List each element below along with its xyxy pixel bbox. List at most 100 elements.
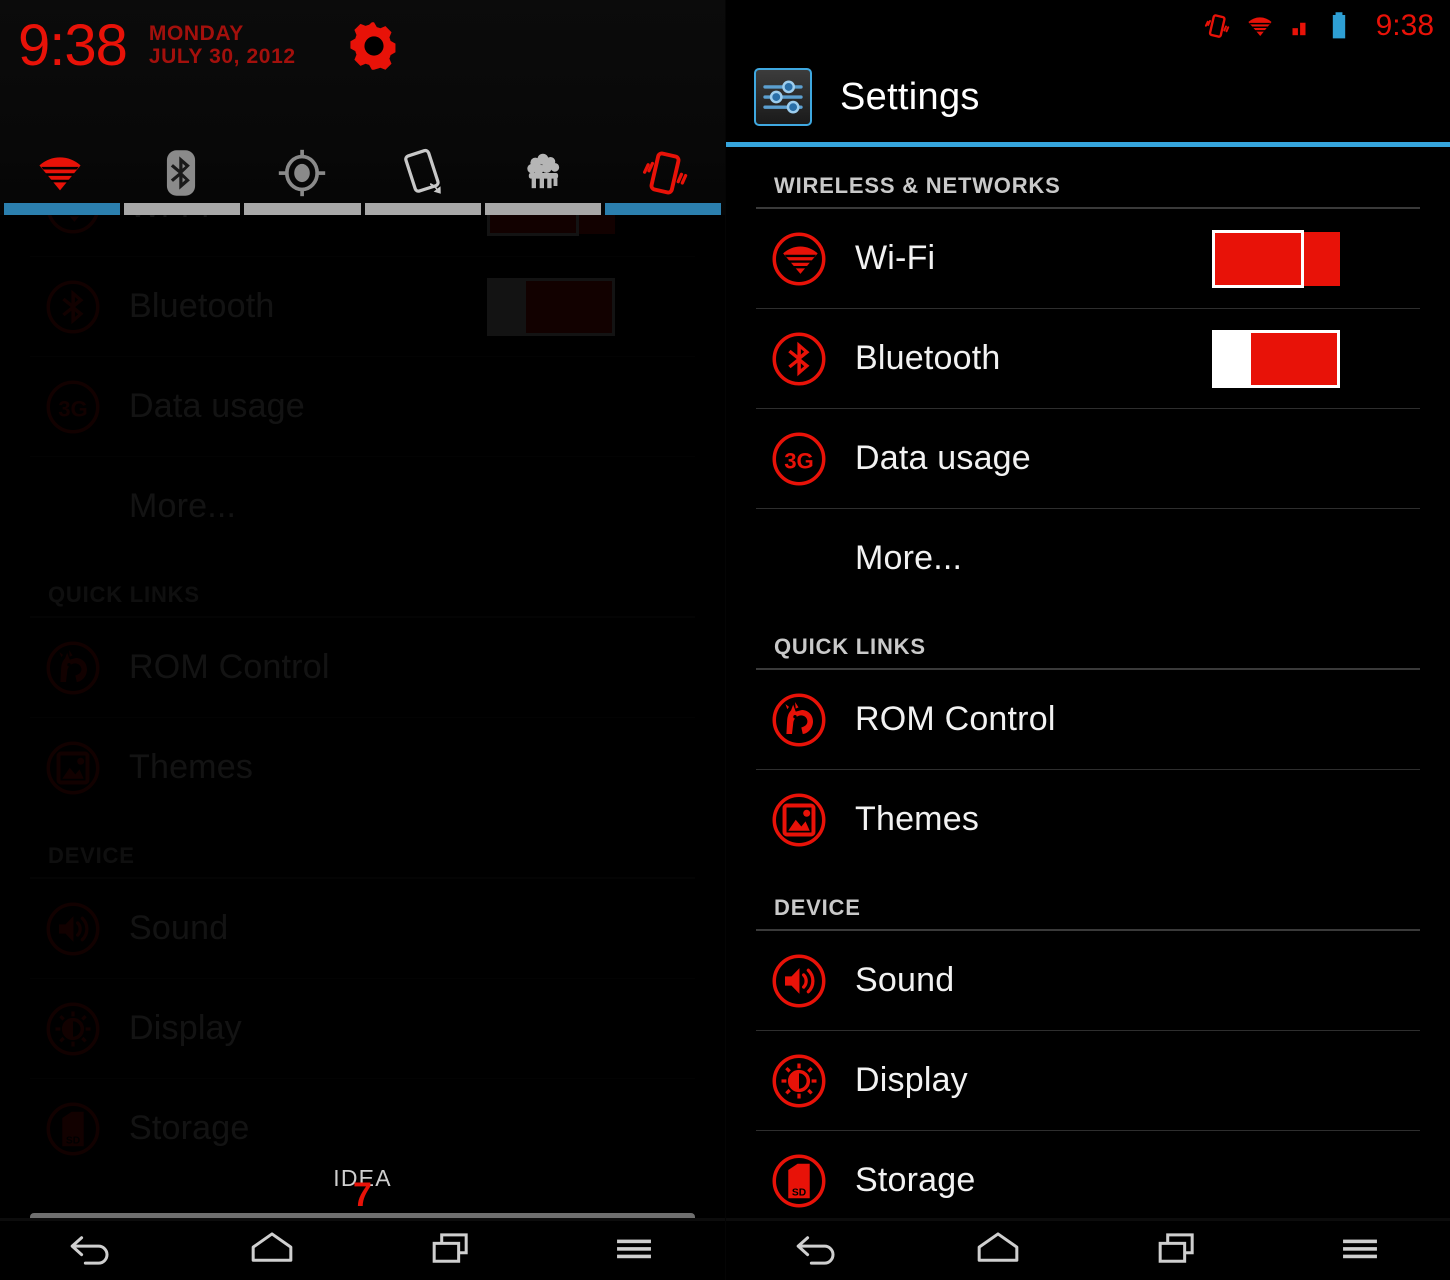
svg-text:3G: 3G [58,396,88,421]
vibrate-toggle[interactable] [604,132,725,214]
quick-toggles-row [0,132,725,214]
settings-row-sound[interactable]: Sound [0,879,725,978]
shade-date-day: MONDAY [148,22,244,46]
toggle-switch[interactable] [487,277,615,336]
section-header: QUICK LINKS [774,634,926,659]
settings-row-label: More... [855,539,963,577]
settings-row-bluetooth[interactable]: Bluetooth [726,309,1450,408]
bluetooth-toggle[interactable] [1212,329,1340,388]
settings-row-label: ROM Control [129,648,330,686]
speaker-icon [45,901,101,957]
wifi-toggle[interactable] [0,132,121,214]
settings-row-more[interactable]: More... [0,457,725,556]
cell-signal-icon [1286,9,1316,43]
section-header: QUICK LINKS [48,582,200,607]
wi-fi-toggle[interactable] [1212,229,1340,288]
sdcard-icon: SD [771,1153,827,1209]
settings-row-label: More... [129,487,237,525]
settings-row-label: Sound [855,961,955,999]
page-title: Settings [840,75,980,118]
gps-toggle[interactable] [242,132,363,214]
settings-row-label: Wi-Fi [855,239,936,277]
settings-row-data-usage[interactable]: 3G Data usage [0,357,725,456]
toggle-knob [487,277,525,336]
settings-sliders-icon [754,68,812,126]
nav-bar-right [726,1218,1450,1280]
settings-row-storage[interactable]: SD Storage [726,1131,1450,1230]
gps-toggle-state-bar [244,203,361,215]
autorotate-toggle[interactable] [362,132,483,214]
shade-clock-time: 9:38 [18,13,128,78]
settings-row-rom-control[interactable]: ROM Control [0,618,725,717]
bluetooth-toggle[interactable] [121,132,242,214]
toggle-switch[interactable] [1212,229,1340,288]
settings-row-data-usage[interactable]: 3G Data usage [726,409,1450,508]
settings-row-display[interactable]: Display [726,1031,1450,1130]
sleep-toggle-state-bar [484,203,601,215]
quick-toggle-state-bars [0,203,725,215]
settings-row-label: Themes [129,748,254,786]
settings-row-sound[interactable]: Sound [726,931,1450,1030]
svg-text:SD: SD [66,1135,80,1146]
bluetooth-icon [771,331,827,387]
bluetooth-toggle[interactable] [487,277,615,336]
left-panel-notification-shade: Settings WIRELESS & NETWORKS Wi-Fi Bluet… [0,0,725,1280]
rotate-icon [397,147,449,199]
status-bar-clock: 9:38 [1375,9,1434,42]
settings-row-label: ROM Control [855,700,1056,738]
shade-date-full: JULY 30, 2012 [148,45,296,68]
settings-row-label: Storage [855,1161,976,1199]
recents-button[interactable] [1147,1226,1211,1272]
menu-button[interactable] [1328,1226,1392,1272]
notification-shade: 9:38 MONDAY JULY 30, 2012 [0,0,725,215]
settings-row-storage[interactable]: SD Storage [0,1079,725,1178]
settings-row-display[interactable]: Display [0,979,725,1078]
settings-row-rom-control[interactable]: ROM Control [726,670,1450,769]
toggle-knob [1212,329,1250,388]
display-icon [771,1053,827,1109]
data-3g-icon: 3G [771,431,827,487]
unicorn-icon [771,692,827,748]
svg-text:3G: 3G [784,448,814,473]
settings-row-wi-fi[interactable]: Wi-Fi [726,209,1450,308]
section-header: WIRELESS & NETWORKS [774,173,1061,198]
recents-button[interactable] [421,1226,485,1272]
home-button[interactable] [240,1226,304,1272]
settings-row-label: Data usage [855,439,1031,477]
svg-text:SD: SD [792,1187,806,1198]
toggle-track [523,277,615,336]
sleep-toggle[interactable] [483,132,604,214]
dual-screenshot-composite: Settings WIRELESS & NETWORKS Wi-Fi Bluet… [0,0,1450,1280]
wifi-signal-icon [1244,9,1274,43]
bluetooth-toggle-state-bar [124,203,241,215]
vibrate-icon [639,147,691,199]
back-button[interactable] [785,1226,849,1272]
vibrate-toggle-state-bar [604,203,722,215]
sdcard-icon: SD [45,1101,101,1157]
wifi-icon [34,147,86,199]
themes-icon [771,792,827,848]
themes-icon [45,740,101,796]
settings-row-label: Bluetooth [129,287,275,325]
sheep-icon [518,147,570,199]
menu-button[interactable] [602,1226,666,1272]
settings-row-themes[interactable]: Themes [726,770,1450,869]
settings-row-themes[interactable]: Themes [0,718,725,817]
brightness-value: 7 [353,1176,372,1214]
settings-row-label: Storage [129,1109,250,1147]
toggle-switch[interactable] [1212,329,1340,388]
unicorn-icon [45,640,101,696]
battery-icon [1328,9,1358,43]
speaker-icon [771,953,827,1009]
bluetooth-icon [45,279,101,335]
wifi-icon [771,231,827,287]
home-button[interactable] [966,1226,1030,1272]
vibrate-icon [1202,9,1232,43]
gear-icon[interactable] [346,18,402,74]
back-button[interactable] [59,1226,123,1272]
app-header: Settings [726,52,1450,142]
settings-row-more[interactable]: More... [726,509,1450,608]
settings-row-bluetooth[interactable]: Bluetooth [0,257,725,356]
data-3g-icon: 3G [45,379,101,435]
bluetooth-icon [155,147,207,199]
